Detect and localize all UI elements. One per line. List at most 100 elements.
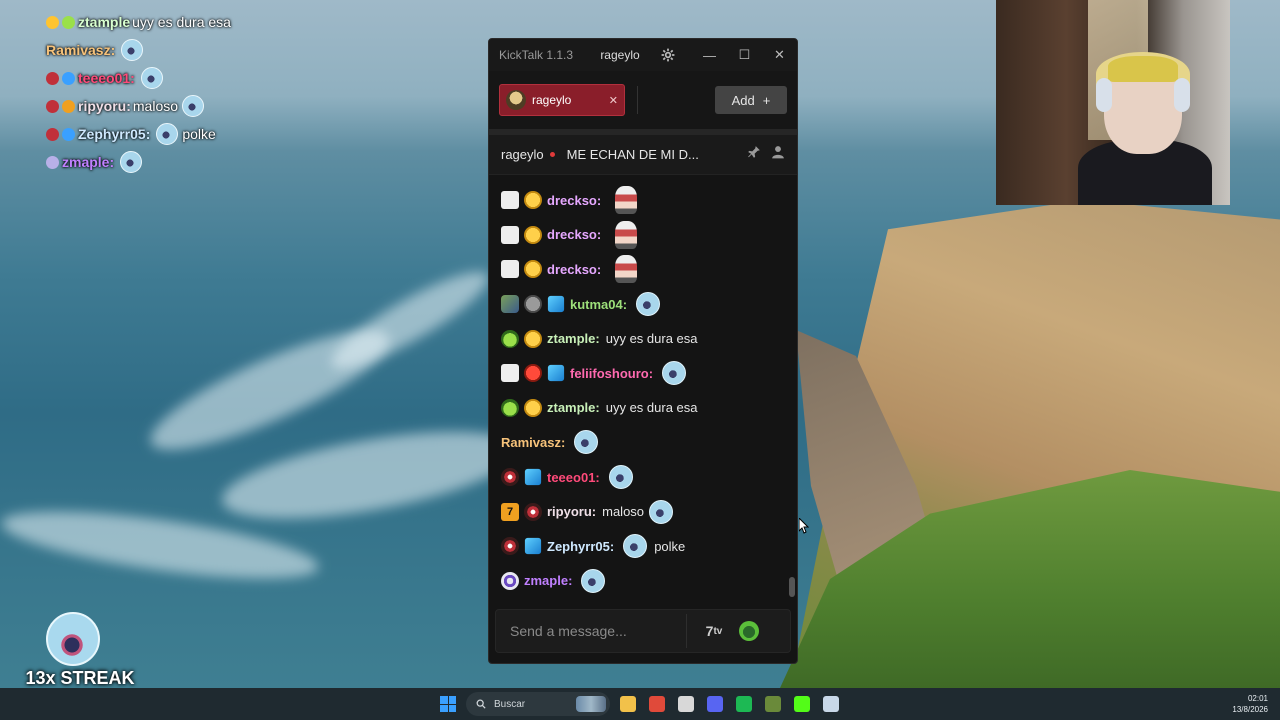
- badge-icon[interactable]: [501, 225, 519, 244]
- chat-message[interactable]: 7 ripyoru: maloso: [501, 494, 797, 529]
- badge-icon[interactable]: [524, 502, 542, 521]
- discord-icon[interactable]: [707, 696, 723, 712]
- app-title: KickTalk 1.1.3: [499, 48, 574, 62]
- wave: [322, 257, 498, 383]
- chat-message[interactable]: kutma04:: [501, 287, 797, 322]
- badge-icon[interactable]: [547, 365, 565, 382]
- channel-header: rageylo ME ECHAN DE MI D...: [489, 135, 797, 175]
- badge-icon[interactable]: [524, 295, 542, 314]
- emote-icon[interactable]: [608, 465, 633, 490]
- emote-icon[interactable]: [581, 568, 606, 593]
- pin-icon[interactable]: [747, 145, 761, 164]
- overlay-message: zmaple:: [46, 148, 466, 176]
- chat-username[interactable]: drecksо:: [547, 193, 601, 208]
- add-channel-button[interactable]: Add +: [715, 86, 787, 114]
- emote-icon[interactable]: [615, 220, 638, 249]
- chat-message[interactable]: Zephyrr05: polke: [501, 529, 797, 564]
- chat-message[interactable]: drecksо:: [501, 252, 797, 287]
- badge-icon[interactable]: [501, 364, 519, 383]
- windows-start-icon[interactable]: [440, 696, 456, 712]
- badge-icon[interactable]: [524, 329, 542, 348]
- chat-username[interactable]: teeeo01:: [547, 470, 600, 485]
- emote-icon[interactable]: [649, 499, 674, 524]
- chat-username[interactable]: kutma04:: [570, 297, 627, 312]
- chat-username[interactable]: zmaple:: [524, 573, 572, 588]
- message-input[interactable]: [496, 623, 676, 639]
- badge-icon[interactable]: [501, 329, 519, 348]
- chat-username[interactable]: Zephyrr05:: [547, 539, 614, 554]
- file-explorer-icon[interactable]: [620, 696, 636, 712]
- maximize-icon[interactable]: ☐: [727, 39, 762, 71]
- badge-icon[interactable]: [501, 191, 519, 210]
- badge-icon[interactable]: [501, 295, 519, 314]
- emote-icon[interactable]: [662, 361, 687, 386]
- taskbar-search[interactable]: Buscar: [466, 692, 610, 716]
- avatar: [506, 90, 526, 110]
- chat-message[interactable]: drecksо:: [501, 183, 797, 218]
- chat-message-text: uyy es dura esa: [605, 331, 698, 347]
- chat-message-text: uyy es dura esa: [605, 400, 698, 416]
- window-controls: — ☐ ✕: [692, 39, 797, 71]
- app-icon[interactable]: [678, 696, 694, 712]
- mouse-cursor-icon: [799, 518, 809, 534]
- tab-close-icon[interactable]: ✕: [609, 94, 618, 107]
- tab-rageylo[interactable]: rageylo ✕: [499, 84, 625, 116]
- channel-name[interactable]: rageylo: [501, 147, 544, 162]
- emote-icon[interactable]: [623, 534, 648, 559]
- badge-icon[interactable]: [501, 260, 519, 279]
- badge-icon[interactable]: [547, 295, 565, 313]
- badge-icon[interactable]: [524, 191, 542, 210]
- chat-message[interactable]: ztample: uyy es dura esa: [501, 391, 797, 426]
- user-icon[interactable]: [771, 145, 785, 164]
- chat-message[interactable]: feliifoshouro:: [501, 356, 797, 391]
- overlay-message: Zephyrr05: polke: [46, 120, 466, 148]
- chat-username[interactable]: ztample:: [547, 331, 600, 346]
- emote-icon: [121, 39, 144, 61]
- chat-username[interactable]: ztample:: [547, 400, 600, 415]
- chat-message[interactable]: zmaple:: [501, 564, 797, 599]
- badge-icon[interactable]: [524, 260, 542, 279]
- emote-icon[interactable]: [574, 430, 599, 455]
- spotify-icon[interactable]: [736, 696, 752, 712]
- chat-message[interactable]: Ramivasz:: [501, 425, 797, 460]
- badge-icon[interactable]: [524, 364, 542, 383]
- title-bar[interactable]: KickTalk 1.1.3 rageylo — ☐ ✕: [489, 39, 797, 71]
- badge-icon[interactable]: [501, 468, 519, 487]
- taskbar: Buscar 02:01 13/8/2026: [0, 688, 1280, 720]
- chat-message[interactable]: drecksо:: [501, 218, 797, 253]
- chat-message[interactable]: teeeo01:: [501, 460, 797, 495]
- chat-messages[interactable]: drecksо: drecksо: drecksо: kutma04: ztample:…: [489, 183, 797, 601]
- chat-username[interactable]: ripyoru:: [547, 504, 596, 519]
- emote-icon[interactable]: [636, 292, 661, 317]
- badge-icon[interactable]: [524, 225, 542, 244]
- chrome-icon[interactable]: [649, 696, 665, 712]
- chat-username[interactable]: drecksо:: [547, 227, 601, 242]
- badge-icon[interactable]: [501, 398, 519, 417]
- overlay-message: teeeo01:: [46, 64, 466, 92]
- current-user[interactable]: rageylo: [589, 48, 651, 62]
- scrollbar[interactable]: [789, 577, 795, 597]
- badge-icon[interactable]: [524, 538, 542, 555]
- overlay-message-text: polke: [182, 126, 216, 142]
- close-icon[interactable]: ✕: [762, 39, 797, 71]
- chat-username[interactable]: feliifoshouro:: [570, 366, 653, 381]
- emote-icon[interactable]: [615, 255, 638, 284]
- minecraft-icon[interactable]: [765, 696, 781, 712]
- chat-message[interactable]: ztample: uyy es dura esa: [501, 321, 797, 356]
- steam-icon[interactable]: [823, 696, 839, 712]
- system-clock[interactable]: 02:01 13/8/2026: [1232, 693, 1268, 715]
- badge-icon[interactable]: [501, 571, 519, 590]
- chat-username[interactable]: Ramivasz:: [501, 435, 565, 450]
- emote-picker-icon[interactable]: [739, 621, 759, 641]
- badge-icon[interactable]: [524, 398, 542, 417]
- badge-icon[interactable]: 7: [501, 502, 519, 521]
- kick-icon[interactable]: [794, 696, 810, 712]
- emote-icon[interactable]: [615, 186, 638, 215]
- badge-icon[interactable]: [501, 537, 519, 556]
- gear-icon[interactable]: [657, 44, 679, 66]
- chat-username[interactable]: drecksо:: [547, 262, 601, 277]
- seventv-emote-icon[interactable]: 7 tv: [703, 622, 725, 640]
- overlay-username: ztample: [78, 14, 131, 30]
- minimize-icon[interactable]: —: [692, 39, 727, 71]
- badge-icon[interactable]: [524, 468, 542, 486]
